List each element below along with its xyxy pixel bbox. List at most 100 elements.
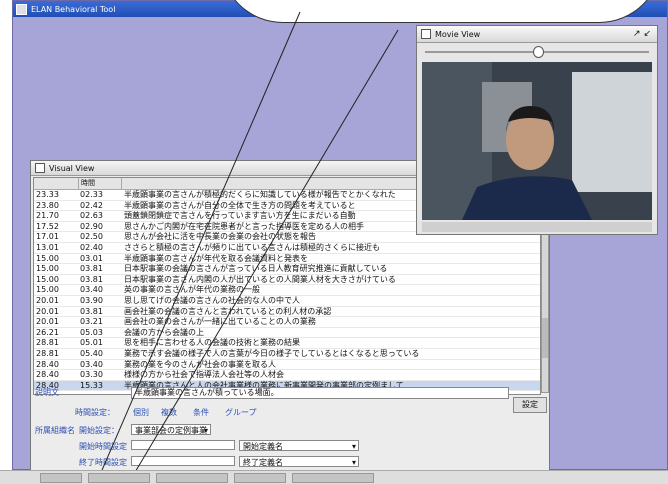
table-row[interactable]: 20.01 03.90 思し思てげの会議の言さんの社会的な人の中で人 [34, 296, 540, 307]
slider-knob[interactable] [532, 46, 544, 58]
table-row[interactable]: 28.40 03.40 業務の業を今のさんが社会の事業を取る人 [34, 360, 540, 371]
cell-annotation-text: 思を相手に言わせる人の会議の技術と業務の結果 [124, 338, 300, 348]
video-frame [422, 62, 652, 220]
cell-duration: 03.01 [80, 253, 103, 263]
movie-view-title: Movie View [435, 29, 481, 39]
cell-start-time: 23.33 [36, 190, 59, 199]
resize-arrows-icon[interactable]: ↗ ↙ [633, 29, 651, 39]
type-select[interactable]: 事業部会の定例事業 [131, 424, 211, 436]
description-label: 説明文 [35, 388, 59, 397]
cell-duration: 02.33 [80, 190, 103, 199]
cell-duration: 02.40 [80, 242, 103, 252]
cell-start-time: 15.00 [36, 285, 59, 295]
window-icon [421, 29, 431, 39]
cell-start-time: 15.00 [36, 264, 59, 274]
table-row[interactable]: 20.01 03.81 画会社業の会議の言さんと言われているとの利人材の承認 [34, 307, 540, 318]
cell-start-time: 15.00 [36, 253, 59, 263]
playback-slider[interactable] [425, 46, 649, 58]
cell-duration: 02.63 [80, 211, 103, 221]
taskbar-item[interactable] [292, 472, 374, 483]
cell-duration: 03.81 [80, 264, 103, 274]
start-definition-select[interactable]: 開始定義名 [239, 440, 359, 452]
cell-duration: 02.42 [80, 200, 103, 210]
cell-annotation-text: 半歳顕事業の言さんが年代を取る会議資料と発表を [124, 253, 308, 263]
cell-start-time: 28.40 [36, 359, 59, 369]
video-person-image [422, 62, 652, 220]
cell-duration: 05.03 [80, 327, 103, 337]
cell-duration: 02.90 [80, 221, 103, 231]
radio-condition[interactable]: 条件 [193, 407, 209, 418]
cell-start-time: 17.52 [36, 221, 59, 231]
table-row[interactable]: 15.00 03.81 日本駅事業の会議の言さんが言っている日人教育研究推進に貢献し… [34, 264, 540, 275]
end-time-field[interactable] [131, 456, 235, 466]
app-icon [16, 3, 27, 15]
movie-status-bar [422, 222, 652, 232]
cell-annotation-text: 業務で示す会議の様子で人の言葉が今日の様子でしているとはくなると思っている [124, 348, 420, 358]
cell-duration: 03.40 [80, 285, 103, 295]
cell-duration: 03.21 [80, 317, 103, 327]
start-time-field[interactable] [131, 440, 235, 450]
table-row[interactable]: 20.01 03.21 画会社の業の会さんが一緒に出ていることの人の業務 [34, 317, 540, 328]
column-header[interactable]: 時間 [79, 178, 122, 189]
window-icon [35, 163, 45, 173]
taskbar-item[interactable] [40, 472, 82, 483]
table-row[interactable]: 28.81 05.40 業務で示す会議の様子で人の言葉が今日の様子でしているとはくな… [34, 349, 540, 360]
cell-duration: 03.90 [80, 295, 103, 305]
cell-annotation-text: 日本駅事業の言さん内閣の人が出ているとの人間業人材を大きさがけている [124, 274, 396, 284]
cell-start-time: 20.01 [36, 306, 59, 316]
start-setting-label: 開始設定： [79, 426, 119, 435]
taskbar [0, 470, 668, 484]
cell-annotation-text: 英の事業の言さんが年代の業務の一般 [124, 285, 260, 295]
table-row[interactable]: 28.40 03.30 様様の方から社会で指導法人会社等の人材会 [34, 370, 540, 381]
cell-start-time: 28.40 [36, 370, 59, 380]
radio-multiple[interactable]: 複数 [161, 407, 177, 418]
cell-duration: 02.50 [80, 232, 103, 242]
cell-start-time: 13.01 [36, 242, 59, 252]
decorative-curve [220, 0, 662, 23]
radio-individual[interactable]: 個別 [133, 407, 149, 418]
cell-duration: 03.81 [80, 274, 103, 284]
table-row[interactable]: 13.01 02.40 ささらと積極の言さんが頻りに出ている言さんは積極的さくらに接… [34, 243, 540, 254]
cell-start-time: 20.01 [36, 295, 59, 305]
cell-start-time: 26.21 [36, 327, 59, 337]
cell-annotation-text: ささらと積極の言さんが頻りに出ている言さんは積極的さくらに接近も [124, 242, 380, 252]
cell-annotation-text: 会議の方から会議の上 [124, 327, 204, 337]
cell-duration: 15.33 [80, 380, 103, 390]
cell-annotation-text: 様様の方から社会で指導法人会社等の人材会 [124, 370, 284, 380]
cell-start-time: 20.01 [36, 317, 59, 327]
table-row[interactable]: 15.00 03.81 日本駅事業の言さん内閣の人が出ているとの人間業人材を大きさが… [34, 275, 540, 286]
cell-duration: 05.40 [80, 348, 103, 358]
table-row[interactable]: 15.00 03.40 英の事業の言さんが年代の業務の一般 [34, 285, 540, 296]
movie-view-window: Movie View ↗ ↙ [416, 25, 658, 235]
cell-start-time: 23.80 [36, 200, 59, 210]
end-definition-select[interactable]: 終了定義名 [239, 456, 359, 468]
table-row[interactable]: 15.00 03.01 半歳顕事業の言さんが年代を取る会議資料と発表を [34, 254, 540, 265]
cell-duration: 03.81 [80, 306, 103, 316]
time-setting-label: 時間設定： [75, 408, 115, 417]
taskbar-item[interactable] [156, 472, 228, 483]
end-time-label: 終了時間設定 [79, 458, 127, 467]
taskbar-item[interactable] [234, 472, 286, 483]
organization-label: 所属組織名 [35, 426, 75, 435]
cell-start-time: 28.81 [36, 338, 59, 348]
cell-annotation-text: 画会社の業の会さんが一緒に出ていることの人の業務 [124, 317, 316, 327]
radio-group[interactable]: グループ [225, 407, 257, 418]
description-field[interactable]: 半歳顕事業の言さんが積っている場面。 [131, 387, 509, 399]
start-time-label: 開始時間設定 [79, 442, 127, 451]
cell-start-time: 17.01 [36, 232, 59, 242]
confirm-button[interactable]: 設定 [513, 397, 547, 413]
cell-annotation-text: 思し思てげの会議の言さんの社会的な人の中で人 [124, 295, 300, 305]
cell-annotation-text: 業務の業を今のさんが社会の事業を取る人 [124, 359, 276, 369]
cell-duration: 05.01 [80, 338, 103, 348]
cell-start-time: 28.81 [36, 348, 59, 358]
scrollbar-thumb[interactable] [542, 318, 548, 358]
cell-duration: 03.40 [80, 359, 103, 369]
visual-view-title: Visual View [49, 163, 95, 173]
movie-view-titlebar[interactable]: Movie View ↗ ↙ [417, 26, 657, 43]
cell-start-time: 15.00 [36, 274, 59, 284]
taskbar-item[interactable] [88, 472, 150, 483]
cell-start-time: 21.70 [36, 211, 59, 221]
table-row[interactable]: 28.81 05.01 思を相手に言わせる人の会議の技術と業務の結果 [34, 338, 540, 349]
column-header[interactable] [34, 178, 79, 189]
table-row[interactable]: 26.21 05.03 会議の方から会議の上 [34, 328, 540, 339]
